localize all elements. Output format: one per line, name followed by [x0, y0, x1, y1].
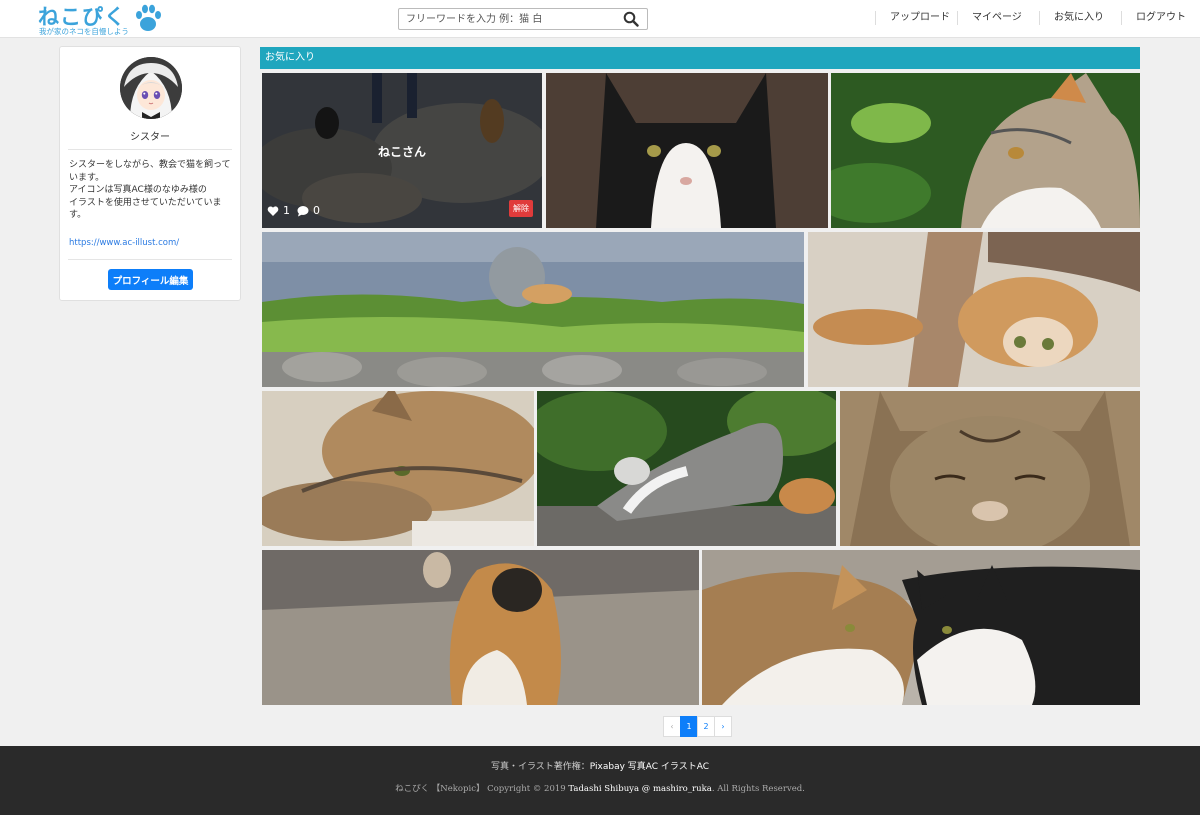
cat-photo	[840, 391, 1140, 546]
profile-website-link[interactable]: https://www.ac-illust.com/	[69, 238, 179, 248]
footer-copyright: ねこぴく 【Nekopic】 Copyright © 2019 Tadashi …	[0, 782, 1200, 794]
cat-photo	[702, 550, 1140, 705]
photo-card[interactable]	[537, 391, 836, 546]
logo-subtitle: 我が家のネコを自慢しよう	[39, 27, 129, 36]
nav-favorites[interactable]: お気に入り	[1039, 11, 1104, 25]
next-page-button[interactable]: ›	[714, 716, 732, 737]
heart-icon[interactable]	[267, 205, 279, 217]
pagination: ‹ 1 2 ›	[663, 716, 732, 737]
copyright-suffix: . All Rights Reserved.	[711, 784, 805, 794]
cat-photo	[546, 73, 828, 228]
avatar	[120, 57, 182, 119]
profile-name: シスター	[130, 132, 170, 143]
cat-photo	[831, 73, 1140, 228]
profile-card: シスター シスターをしながら、教会で猫を飼っています。 アイコンは写真AC様のな…	[59, 46, 241, 301]
photo-stats: 1 0	[267, 204, 320, 217]
cat-photo	[262, 550, 699, 705]
photo-card[interactable]	[546, 73, 828, 228]
edit-profile-button[interactable]: プロフィール編集	[108, 269, 193, 290]
credits-sources[interactable]: Pixabay 写真AC イラストAC	[590, 762, 709, 772]
footer: 写真・イラスト著作権：Pixabay 写真AC イラストAC ねこぴく 【Nek…	[0, 746, 1200, 815]
search-box	[398, 8, 648, 30]
profile-bio: シスターをしながら、教会で猫を飼っています。 アイコンは写真AC様のなゆみ様の …	[69, 160, 231, 220]
nav-mypage[interactable]: マイページ	[957, 11, 1022, 25]
photo-card[interactable]	[840, 391, 1140, 546]
photo-gallery: ねこさん 1 0 解除	[260, 71, 1140, 707]
photo-card[interactable]	[808, 232, 1140, 387]
profile-divider	[68, 149, 232, 150]
credits-label: 写真・イラスト著作権：	[490, 762, 590, 772]
page-2-button[interactable]: 2	[697, 716, 715, 737]
site-logo[interactable]: ねこぴく 我が家のネコを自慢しよう	[38, 3, 168, 37]
photo-card-featured[interactable]: ねこさん 1 0 解除	[262, 73, 542, 228]
paw-icon	[136, 4, 161, 31]
profile-divider	[68, 259, 232, 260]
copyright-author[interactable]: Tadashi Shibuya @ mashiro_ruka	[568, 784, 711, 794]
section-title: お気に入り	[260, 47, 1140, 69]
cat-photo	[262, 232, 804, 387]
like-count: 1	[283, 204, 290, 217]
nav-upload[interactable]: アップロード	[875, 11, 950, 25]
photo-card[interactable]	[262, 232, 804, 387]
search-icon[interactable]	[623, 11, 639, 27]
photo-card[interactable]	[831, 73, 1140, 228]
footer-credits: 写真・イラスト著作権：Pixabay 写真AC イラストAC	[0, 759, 1200, 772]
comment-count: 0	[313, 204, 320, 217]
top-header: ねこぴく 我が家のネコを自慢しよう アップロード マイページ お気に入り ログア…	[0, 0, 1200, 38]
photo-overlay: ねこさん 1 0 解除	[262, 73, 542, 228]
page-1-button[interactable]: 1	[680, 716, 698, 737]
search-input[interactable]	[399, 9, 617, 29]
photo-title: ねこさん	[377, 145, 426, 159]
copyright-prefix: ねこぴく 【Nekopic】 Copyright © 2019	[395, 784, 569, 794]
prev-page-button[interactable]: ‹	[663, 716, 681, 737]
cat-photo	[808, 232, 1140, 387]
nav-logout[interactable]: ログアウト	[1121, 11, 1186, 25]
comment-icon[interactable]	[297, 205, 309, 217]
photo-card[interactable]	[262, 550, 699, 705]
remove-favorite-button[interactable]: 解除	[509, 200, 533, 217]
photo-card[interactable]	[702, 550, 1140, 705]
photo-card[interactable]	[262, 391, 534, 546]
cat-photo	[537, 391, 836, 546]
cat-photo	[262, 391, 534, 546]
